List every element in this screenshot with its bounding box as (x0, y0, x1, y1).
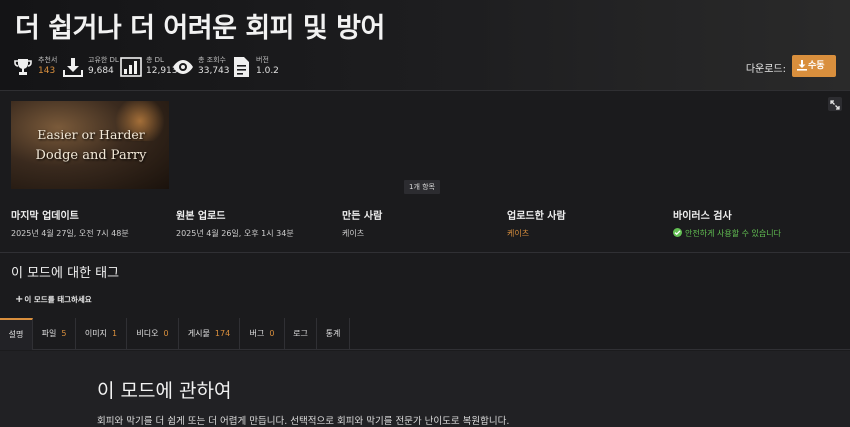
tab-bugs[interactable]: 버그 0 (240, 318, 285, 350)
download-icon (797, 60, 807, 71)
mod-header: 더 쉽거나 더 어려운 회피 및 방어 추천서 143 고유한 DL 9,684 (0, 0, 850, 91)
stat-label: 버전 (256, 56, 269, 64)
download-icon (63, 58, 83, 77)
tab-posts[interactable]: 게시물 174 (179, 318, 240, 350)
stat-value: 1.0.2 (256, 66, 279, 76)
bar-chart-icon (120, 57, 142, 77)
virus-scan-text: 안전하게 사용할 수 있습니다 (685, 229, 781, 238)
check-circle-icon (673, 228, 682, 237)
mod-tabs: 설명 파일 5 이미지 1 비디오 0 게시물 174 버그 0 로그 통계 (0, 318, 850, 350)
manual-download-label: 수동 (808, 61, 825, 71)
uploader-link[interactable]: 케이츠 (507, 228, 566, 239)
document-icon (234, 57, 249, 77)
meta-last-updated: 마지막 업데이트 2025년 4월 27일, 오전 7시 48분 (11, 207, 129, 239)
tab-count: 1 (112, 329, 118, 338)
tags-heading: 이 모드에 대한 태그 (11, 266, 120, 281)
meta-heading: 바이러스 검사 (673, 211, 732, 222)
meta-heading: 마지막 업데이트 (11, 211, 79, 222)
tab-label: 로그 (293, 329, 308, 338)
meta-value: 케이츠 (342, 229, 365, 238)
tab-images[interactable]: 이미지 1 (76, 318, 127, 350)
tab-label: 파일 (41, 329, 57, 338)
tab-logs[interactable]: 로그 (285, 318, 317, 350)
tab-stats[interactable]: 통계 (317, 318, 350, 350)
plus-icon: + (15, 294, 24, 305)
thumbnail-title-line1: Easier or Harder (37, 127, 145, 142)
tab-label: 통계 (325, 329, 341, 338)
thumbnail-title-line2: Dodge and Parry (35, 148, 147, 163)
tab-description[interactable]: 설명 (0, 318, 33, 350)
meta-value: 2025년 4월 27일, 오전 7시 48분 (11, 229, 129, 238)
image-gallery: Easier or Harder Dodge and Parry 1개 항목 (0, 92, 850, 198)
tab-count: 5 (61, 329, 67, 338)
meta-virus-scan: 바이러스 검사 안전하게 사용할 수 있습니다 (673, 207, 781, 239)
stat-label: 총 DL (146, 56, 164, 64)
stat-value: 9,684 (88, 66, 114, 76)
about-text: 회피와 막기를 더 쉽게 또는 더 어렵게 만듭니다. 선택적으로 회피와 막기… (97, 416, 510, 427)
tag-mod-label: 이 모드를 태그하세요 (24, 295, 92, 304)
eye-icon (173, 60, 193, 74)
download-label: 다운로드: (745, 64, 786, 75)
meta-value: 2025년 4월 26일, 오후 1시 34분 (176, 229, 294, 238)
meta-heading: 만든 사람 (342, 211, 383, 222)
virus-scan-status: 안전하게 사용할 수 있습니다 (673, 228, 781, 239)
meta-created-by: 만든 사람 케이츠 (342, 207, 382, 239)
gallery-count: 1개 항목 (404, 180, 440, 194)
expand-icon (830, 100, 840, 110)
tab-label: 버그 (249, 329, 265, 338)
tab-count: 174 (214, 329, 231, 338)
mod-meta: 마지막 업데이트 2025년 4월 27일, 오전 7시 48분 원본 업로드 … (0, 203, 850, 251)
stat-label: 총 조회수 (198, 56, 226, 64)
section-divider (0, 252, 850, 253)
tab-count: 0 (269, 329, 275, 338)
about-heading: 이 모드에 관하여 (97, 380, 232, 402)
fullscreen-button[interactable] (828, 97, 842, 111)
stat-label: 추천서 (38, 56, 58, 64)
tab-count: 0 (163, 329, 169, 338)
stat-label: 고유한 DL (88, 56, 119, 64)
meta-uploaded-by: 업로드한 사람 케이츠 (507, 207, 566, 239)
gallery-thumbnail[interactable]: Easier or Harder Dodge and Parry (11, 101, 169, 189)
page-title: 더 쉽거나 더 어려운 회피 및 방어 (15, 13, 385, 44)
meta-original-upload: 원본 업로드 2025년 4월 26일, 오후 1시 34분 (176, 207, 294, 239)
meta-heading: 업로드한 사람 (507, 211, 566, 222)
tab-label: 설명 (8, 330, 24, 339)
meta-heading: 원본 업로드 (176, 211, 226, 222)
stat-value: 143 (38, 66, 56, 76)
manual-download-button[interactable]: 수동 (792, 55, 836, 77)
tab-label: 비디오 (136, 329, 159, 338)
tab-label: 이미지 (84, 329, 107, 338)
tab-files[interactable]: 파일 5 (33, 318, 76, 350)
stat-value: 33,743 (198, 66, 230, 76)
tab-videos[interactable]: 비디오 0 (127, 318, 179, 350)
tab-label: 게시물 (187, 329, 210, 338)
trophy-icon (14, 59, 32, 75)
description-panel: 이 모드에 관하여 회피와 막기를 더 쉽게 또는 더 어렵게 만듭니다. 선택… (0, 351, 850, 427)
tag-mod-button[interactable]: +이 모드를 태그하세요 (15, 294, 92, 305)
